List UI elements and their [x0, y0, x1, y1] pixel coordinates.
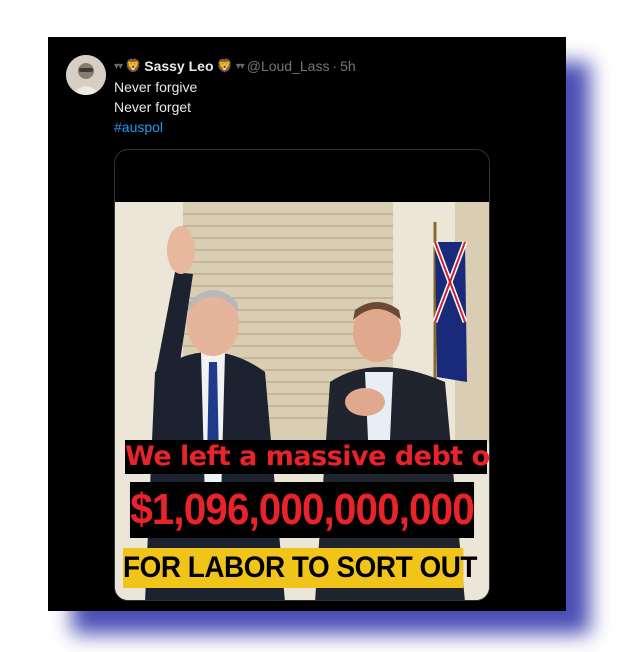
- meme-image[interactable]: We left a massive debt of $1,096,000,000…: [115, 202, 489, 600]
- tweet-card[interactable]: ▾▾ 🦁 Sassy Leo 🦁 ▾▾ @Loud_Lass · 5h Neve…: [48, 37, 566, 611]
- tweet-header: ▾▾ 🦁 Sassy Leo 🦁 ▾▾ @Loud_Lass · 5h: [114, 56, 556, 76]
- media-container[interactable]: We left a massive debt of $1,096,000,000…: [114, 149, 490, 601]
- badge-dots-left: ▾▾: [114, 60, 123, 72]
- timestamp[interactable]: 5h: [340, 58, 356, 74]
- badge-dots-right: ▾▾: [235, 60, 245, 72]
- tweet-text-line: Never forget: [114, 99, 192, 115]
- meme-caption-bottom: FOR LABOR TO SORT OUT: [123, 548, 477, 588]
- meme-caption-amount: $1,096,000,000,000: [129, 482, 475, 538]
- meme-caption-top: We left a massive debt of: [125, 440, 489, 474]
- tweet-text-line: Never forgive: [114, 79, 198, 95]
- lion-emoji-icon: 🦁: [216, 58, 233, 73]
- lion-emoji-icon: 🦁: [125, 58, 142, 73]
- display-name[interactable]: Sassy Leo: [144, 58, 213, 74]
- user-handle[interactable]: @Loud_Lass: [247, 58, 330, 74]
- separator-dot: ·: [332, 58, 338, 74]
- avatar[interactable]: [66, 55, 106, 95]
- photo-background: [115, 202, 489, 600]
- hashtag-link[interactable]: #auspol: [114, 119, 163, 135]
